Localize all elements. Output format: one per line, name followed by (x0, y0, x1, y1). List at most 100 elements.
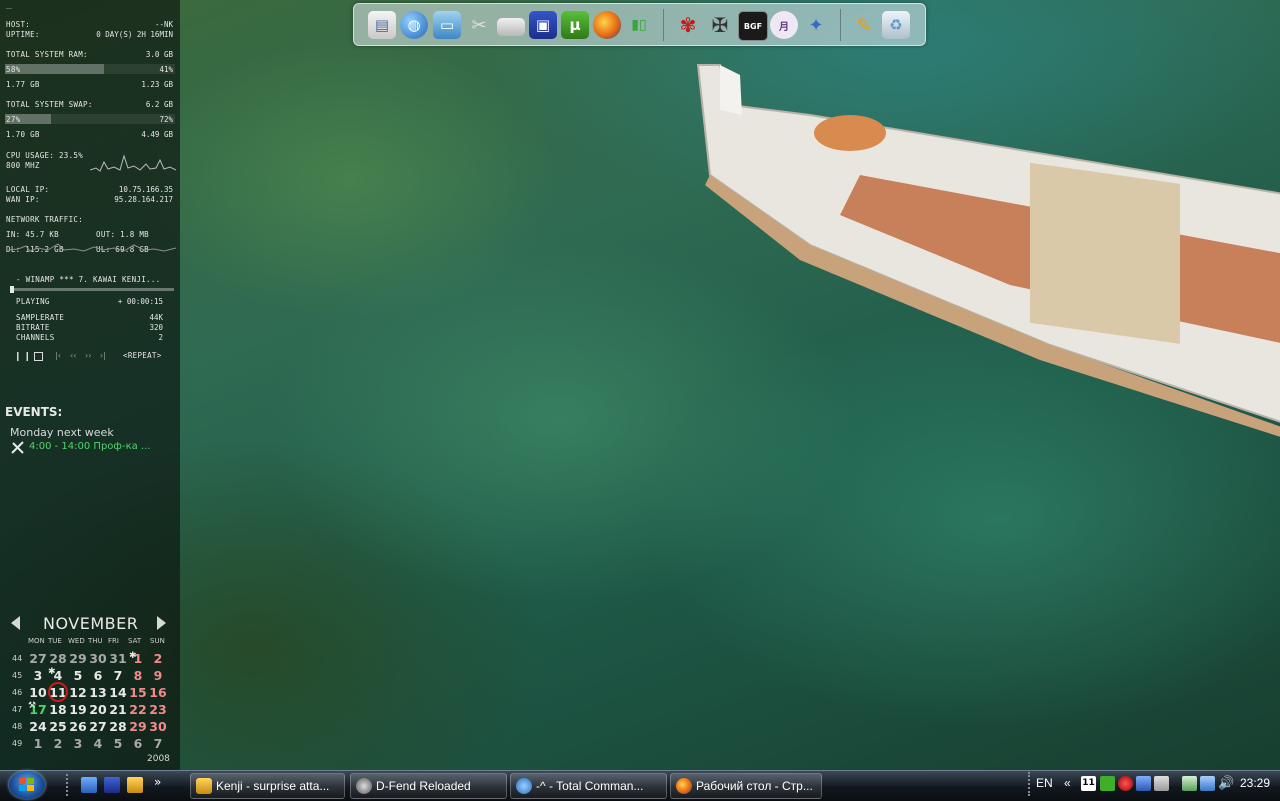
network-status-icon[interactable] (1200, 776, 1215, 791)
calendar-day[interactable]: 1 (28, 736, 48, 751)
show-desktop-icon[interactable] (81, 777, 97, 793)
next-month-arrow[interactable] (157, 616, 166, 630)
weekday-header: THU (88, 637, 103, 645)
volume-icon[interactable]: 🔊 (1218, 776, 1234, 791)
calendar-day[interactable]: 30 (88, 651, 108, 666)
calendar-day[interactable]: 28 (48, 651, 68, 666)
calendar-day[interactable]: 6 (88, 668, 108, 683)
quick-launch-grip[interactable] (66, 774, 72, 796)
tray-grip[interactable] (1028, 772, 1034, 796)
task-button-firefox[interactable]: Рабочий стол - Стр... (670, 773, 822, 799)
start-button[interactable] (9, 771, 45, 799)
calendar-day[interactable]: 27 (28, 651, 48, 666)
calendar-day[interactable]: 16 (148, 685, 168, 700)
clock-time[interactable]: 23:29 (1240, 776, 1270, 790)
stop-button[interactable] (34, 352, 43, 361)
calendar-icon[interactable]: 11 (1081, 776, 1096, 791)
network-icon[interactable] (1136, 776, 1151, 791)
divider (6, 8, 12, 9)
globe-icon[interactable]: ◍ (400, 11, 428, 39)
calendar-day[interactable]: 28 (108, 719, 128, 734)
winamp-seek-bar[interactable] (10, 286, 174, 293)
previous-button[interactable]: |‹ (55, 351, 61, 360)
repeat-toggle[interactable]: <REPEAT> (123, 351, 162, 360)
calendar-day[interactable]: 9 (148, 668, 168, 683)
quick-launch-chevron[interactable]: » (154, 775, 161, 789)
calendar-day[interactable]: 18 (48, 702, 68, 717)
utorrent-icon[interactable] (1100, 776, 1115, 791)
settings-icon[interactable]: ✎ (850, 11, 878, 39)
folder-icon[interactable]: ▭ (433, 11, 461, 39)
dock-separator (663, 9, 664, 41)
calendar-day[interactable]: 2 (48, 736, 68, 751)
monitor-icon[interactable] (1154, 776, 1169, 791)
bgf-avatar-icon[interactable]: BGF (738, 11, 768, 41)
calendar-day[interactable]: 19 (68, 702, 88, 717)
alert-icon[interactable] (1118, 776, 1133, 791)
winamp-icon (196, 778, 212, 794)
tray-expand-chevron[interactable]: « (1064, 776, 1071, 790)
utorrent-icon[interactable]: µ (561, 11, 589, 39)
recycle-bin-icon[interactable]: ♻ (882, 11, 910, 39)
ram-used-pct: 58% (6, 65, 21, 74)
battery-icon[interactable] (1182, 776, 1197, 791)
floppy-icon[interactable] (104, 777, 120, 793)
calendar-day[interactable]: 30 (148, 719, 168, 734)
kanji-icon[interactable]: 月 (770, 11, 798, 39)
calendar-day[interactable]: 2 (148, 651, 168, 666)
calendar-day[interactable]: 6 (128, 736, 148, 751)
next-button[interactable]: ›| (100, 351, 106, 360)
winamp-icon[interactable] (127, 777, 143, 793)
calendar-day[interactable]: 29 (68, 651, 88, 666)
previous-month-arrow[interactable] (11, 616, 20, 630)
wan-ip-label: WAN IP: (6, 195, 40, 204)
calendar-day[interactable]: 29 (128, 719, 148, 734)
calendar-day[interactable]: 24 (28, 719, 48, 734)
calendar-day[interactable]: 14 (108, 685, 128, 700)
network-icon[interactable]: ▮▯ (625, 11, 653, 39)
rewind-button[interactable]: ‹‹ (70, 351, 76, 360)
calendar-day[interactable]: 12 (68, 685, 88, 700)
cpu-usage-label: CPU USAGE: 23.5% (6, 151, 84, 160)
calendar-day[interactable]: 31 (108, 651, 128, 666)
calendar-day[interactable]: 5 (68, 668, 88, 683)
week-number: 45 (12, 671, 23, 680)
calendar-day[interactable]: 20 (88, 702, 108, 717)
task-button-dfend[interactable]: D-Fend Reloaded (350, 773, 507, 799)
calendar-day[interactable]: 3 (68, 736, 88, 751)
calendar-day[interactable]: 10 (28, 685, 48, 700)
drive-icon[interactable] (497, 18, 525, 36)
dock-launcher: ▤ ◍ ▭ ✂ ▣ µ ▮▯ ✾ ✠ BGF 月 ✦ ✎ ♻ (353, 3, 926, 46)
tools-icon[interactable]: ✂ (465, 11, 493, 39)
calendar-day[interactable]: 26 (68, 719, 88, 734)
gamepad-icon[interactable]: ✦ (802, 11, 830, 39)
fast-forward-button[interactable]: ›› (85, 351, 91, 360)
calendar-day[interactable]: 8 (128, 668, 148, 683)
anime-figure-icon[interactable]: ✾ (674, 11, 702, 39)
event-item[interactable]: 4:00 - 14:00 Проф-ка ... (29, 441, 150, 452)
task-button-winamp[interactable]: Kenji - surprise atta... (190, 773, 345, 799)
calendar-day[interactable]: 7 (108, 668, 128, 683)
firefox-icon[interactable] (593, 11, 621, 39)
winamp-seek-handle[interactable] (10, 286, 14, 293)
calendar-day[interactable]: 22 (128, 702, 148, 717)
document-icon[interactable]: ▤ (368, 11, 396, 39)
calendar-day[interactable]: 27 (88, 719, 108, 734)
calendar-day[interactable]: 25 (48, 719, 68, 734)
calendar-day[interactable]: 21 (108, 702, 128, 717)
channels-label: CHANNELS (16, 333, 55, 342)
calendar-day[interactable]: 7 (148, 736, 168, 751)
calendar-day[interactable]: 13 (88, 685, 108, 700)
pause-button[interactable]: ❙❙ (14, 352, 33, 362)
calendar-day[interactable]: 23 (148, 702, 168, 717)
events-title: EVENTS: (5, 405, 63, 419)
task-button-total-commander[interactable]: -^ - Total Comman... (510, 773, 667, 799)
calendar-day[interactable]: 15 (128, 685, 148, 700)
calendar-day[interactable]: 3 (28, 668, 48, 683)
floppy-icon[interactable]: ▣ (529, 11, 557, 39)
mech-figure-icon[interactable]: ✠ (706, 11, 734, 39)
calendar-day[interactable]: 5 (108, 736, 128, 751)
calendar-day[interactable]: 4 (88, 736, 108, 751)
ram-free: 1.23 GB (141, 80, 173, 89)
language-indicator[interactable]: EN (1036, 776, 1053, 790)
